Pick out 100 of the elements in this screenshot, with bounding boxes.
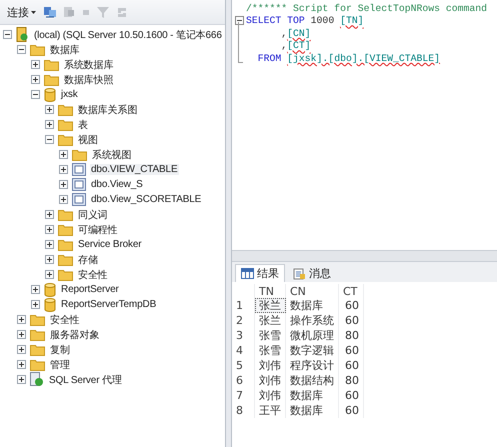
folder-icon <box>44 58 59 70</box>
expander-icon[interactable] <box>17 315 26 324</box>
code-line: SELECT TOP 1000 [TN] <box>246 15 364 26</box>
expander-icon[interactable] <box>59 165 68 174</box>
table-cell: 60 <box>338 358 364 373</box>
code-line: FROM [jxsk].[dbo].[VIEW_CTABLE] <box>256 52 440 64</box>
collapse-icon[interactable] <box>234 16 244 26</box>
table-cell: 操作系统 <box>286 313 338 328</box>
expander-icon[interactable] <box>45 105 54 114</box>
tree-item[interactable]: 服务器对象 <box>49 328 100 342</box>
row-number: 8 <box>232 403 254 418</box>
code-line: /****** Script for SelectTopNRows command <box>246 2 488 14</box>
tree-item[interactable]: (local) (SQL Server 10.50.1600 - 笔记本666 <box>33 28 223 42</box>
tree-item[interactable]: jxsk <box>60 89 79 100</box>
expander-icon[interactable] <box>45 270 54 279</box>
table-cell: 刘伟 <box>254 358 286 373</box>
code-line: ,[CT] <box>280 40 311 52</box>
tree-item[interactable]: dbo.View_S <box>90 179 144 190</box>
caret-icon[interactable] <box>31 10 36 14</box>
folder-icon <box>30 328 45 340</box>
folder-icon <box>58 224 73 236</box>
expander-icon[interactable] <box>17 375 26 384</box>
results-tab[interactable]: 消息 <box>287 264 337 282</box>
table-cell: 数据库 <box>286 388 338 403</box>
expander-icon[interactable] <box>45 120 54 129</box>
tree-item[interactable]: ReportServerTempDB <box>60 299 158 310</box>
database-icon <box>44 298 56 312</box>
table-cell: 60 <box>338 388 364 403</box>
folder-icon <box>58 208 73 220</box>
expander-icon[interactable] <box>3 30 12 39</box>
expander-icon[interactable] <box>17 330 26 339</box>
tree-item[interactable]: 数据库 <box>49 42 81 56</box>
table-cell: 程序设计 <box>286 358 338 373</box>
table-cell: 60 <box>338 313 364 328</box>
expander-icon[interactable] <box>59 195 68 204</box>
folder-icon <box>72 148 87 160</box>
tree-item[interactable]: 数据库关系图 <box>77 102 138 116</box>
tree-item[interactable]: 复制 <box>49 342 71 356</box>
tree-item[interactable]: Service Broker <box>77 239 142 250</box>
expander-icon[interactable] <box>45 210 54 219</box>
table-cell: 微机原理 <box>286 328 338 343</box>
table-cell: 数字逻辑 <box>286 343 338 358</box>
server-icon <box>16 27 29 42</box>
view-icon <box>72 178 86 191</box>
folder-icon <box>30 358 45 370</box>
expander-icon[interactable] <box>59 180 68 189</box>
expander-icon[interactable] <box>31 75 40 84</box>
expander-icon[interactable] <box>45 240 54 249</box>
table-cell: 王平 <box>254 403 286 418</box>
expander-icon[interactable] <box>59 150 68 159</box>
message-icon <box>293 268 306 280</box>
row-number: 6 <box>232 373 254 388</box>
connect-icon[interactable] <box>43 5 57 19</box>
table-cell: 60 <box>338 343 364 358</box>
tree-item[interactable]: 管理 <box>49 358 71 372</box>
expander-icon[interactable] <box>31 285 40 294</box>
tree-item[interactable]: 数据库快照 <box>63 72 114 86</box>
expander-icon[interactable] <box>45 135 54 144</box>
folder-icon <box>30 44 45 56</box>
folder-icon <box>58 268 73 280</box>
tree-item[interactable]: 安全性 <box>49 312 81 326</box>
table-cell: 数据库 <box>286 403 338 418</box>
row-number: 5 <box>232 358 254 373</box>
code-line: ,[CN] <box>280 28 311 39</box>
tree-item[interactable]: 系统数据库 <box>63 58 114 72</box>
tree-item[interactable]: 安全性 <box>77 268 109 282</box>
expander-icon[interactable] <box>31 60 40 69</box>
folder-icon <box>58 238 73 250</box>
row-number: 4 <box>232 343 254 358</box>
connect-button[interactable]: 连接 <box>5 4 38 20</box>
tree-item[interactable]: ReportServer <box>60 284 120 295</box>
horizontal-scrollbar[interactable] <box>232 250 497 262</box>
table-cell: 60 <box>338 298 364 313</box>
results-grid[interactable]: TN CN CT 1 张兰 数据库 60 2 张兰 操作系统 60 3 张雪 微机原理 80 4 张雪 数字逻辑 60 5 刘伟 程序设计 60 6 刘伟 数据结构 80 7 刘伟 数据库 60 8 王平 数据库 60 <box>232 284 364 418</box>
tree-item[interactable]: dbo.View_SCORETABLE <box>90 194 202 205</box>
tree-item[interactable]: 同义词 <box>77 208 109 222</box>
table-cell: 刘伟 <box>254 373 286 388</box>
tree-item[interactable]: 视图 <box>77 132 99 146</box>
view-icon <box>72 193 86 206</box>
tree-item[interactable]: 表 <box>77 118 89 132</box>
tree-item[interactable]: 可编程性 <box>77 222 118 236</box>
results-tab[interactable]: 结果 <box>235 264 285 282</box>
expander-icon[interactable] <box>45 255 54 264</box>
expander-icon[interactable] <box>45 225 54 234</box>
expander-icon[interactable] <box>17 345 26 354</box>
grid-icon <box>241 268 254 279</box>
expander-icon[interactable] <box>31 300 40 309</box>
tree-item[interactable]: 存储 <box>77 252 99 266</box>
row-number: 2 <box>232 313 254 328</box>
column-header[interactable]: CT <box>338 284 364 298</box>
table-cell: 80 <box>338 328 364 343</box>
tree-item[interactable]: SQL Server 代理 <box>48 372 123 386</box>
agent-icon <box>30 372 44 387</box>
column-header[interactable]: CN <box>286 284 338 298</box>
tree-item[interactable]: 系统视图 <box>91 148 132 162</box>
folder-icon <box>30 314 45 326</box>
tree-item[interactable]: dbo.VIEW_CTABLE <box>90 164 178 175</box>
expander-icon[interactable] <box>31 90 40 99</box>
expander-icon[interactable] <box>17 45 26 54</box>
expander-icon[interactable] <box>17 360 26 369</box>
